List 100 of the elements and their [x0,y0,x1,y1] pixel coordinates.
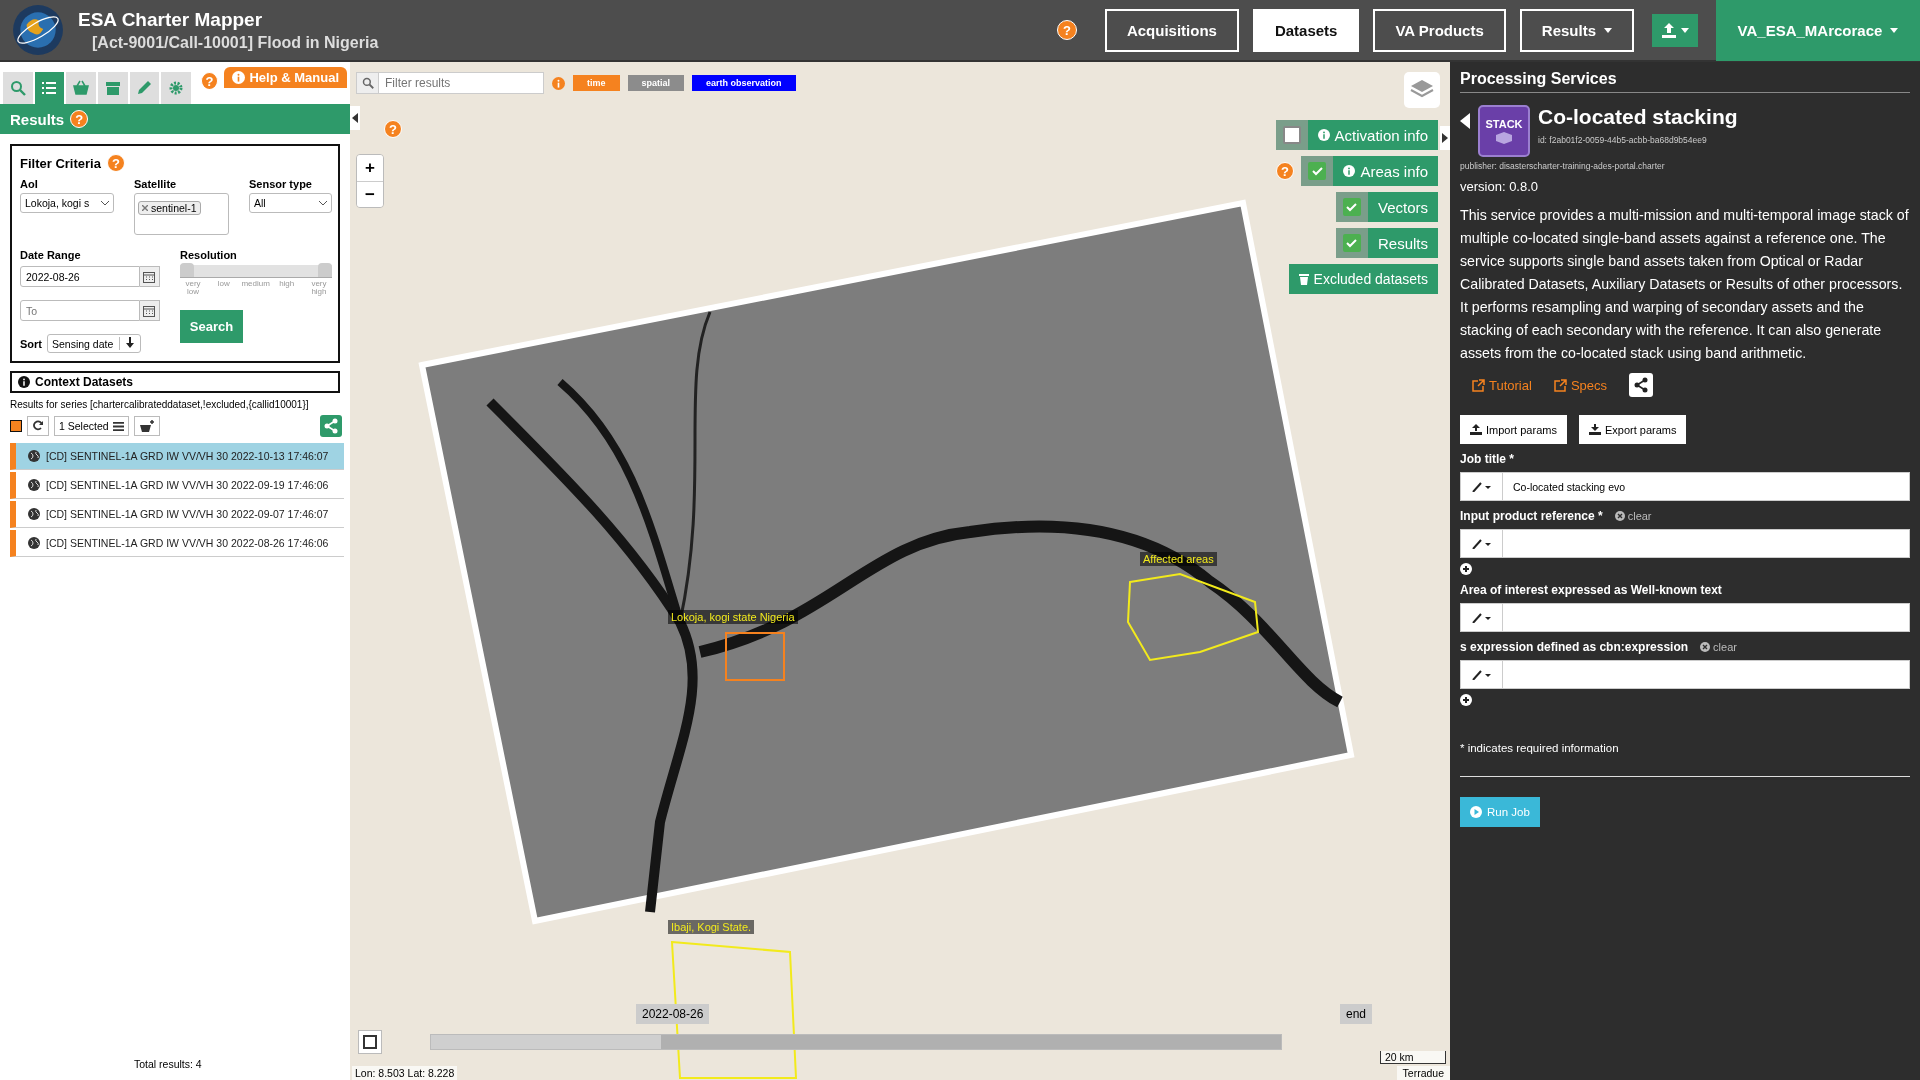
back-icon[interactable] [1460,113,1470,129]
resolution-slider[interactable] [180,265,332,277]
add-icon[interactable] [1460,563,1472,575]
satellite-tag[interactable]: sentinel-1 [138,201,201,215]
sidebar-tab[interactable] [161,72,191,104]
toggle-checkbox[interactable] [1342,234,1361,252]
clear-link[interactable]: clear [1700,641,1737,653]
satellite-select[interactable]: sentinel-1 [134,193,229,235]
external-link[interactable]: Specs [1553,377,1607,393]
sensor-type-select[interactable]: All [249,193,332,213]
zoom-out-button[interactable]: − [357,181,383,207]
fullscreen-button[interactable] [358,1030,382,1054]
sort-select[interactable]: Sensing date [47,334,142,353]
export-params-button[interactable]: Export params [1578,415,1687,444]
filter-tag[interactable]: earth observation [692,75,796,91]
layer-toggle-button[interactable]: Vectors [1367,192,1438,222]
service-icon: STACK [1478,105,1530,157]
zoom-in-button[interactable]: + [357,155,383,181]
service-description: This service provides a multi-mission and multi-temporal image stack of multiple co-located single-band assets against a reference one. The service supports single band assets taken from Optical or Radar Calibrated Datasets, Auxiliary Datasets or Results of other processors. It performs resampling and warping of secondary assets and the stacking of each secondary with the reference. It can also generate assets from the co-located stack using band arithmetic. [1460,206,1910,363]
text-field[interactable] [1503,603,1910,632]
nav-tab[interactable]: VA Products [1373,8,1506,52]
wand-menu-button[interactable] [1460,472,1503,501]
layer-toggle-button[interactable]: Activation info [1307,120,1438,150]
wand-menu-button[interactable] [1460,529,1503,558]
result-item[interactable]: [CD] SENTINEL-1A GRD IW VV/VH 30 2022-09-07 17:46:07 [10,501,344,528]
map-attribution[interactable]: Terradue [1396,1066,1450,1080]
clear-link[interactable]: clear [1614,510,1652,522]
square-icon [363,1035,377,1049]
list-icon [41,80,58,96]
trash-icon [1298,273,1309,285]
collapse-sidebar-button[interactable] [350,106,360,130]
calendar-button[interactable] [139,266,160,287]
globe-logo-icon [12,4,64,56]
user-menu[interactable]: VA_ESA_MArcorace [1716,0,1920,61]
refresh-button[interactable] [27,416,49,436]
add-icon[interactable] [1460,694,1472,706]
download-icon [1588,424,1601,435]
map-view[interactable] [350,62,1450,1080]
toggle-checkbox[interactable] [1308,162,1327,180]
slider-tick-label: very high [310,280,328,296]
excluded-datasets-button[interactable]: Excluded datasets [1288,264,1438,294]
nav-tab[interactable]: Datasets [1252,8,1360,52]
share-icon [1633,377,1649,393]
date-from-field[interactable]: 2022-08-26 [20,266,140,287]
arrow-down-icon [125,337,136,348]
layers-icon [1410,77,1434,100]
sidebar-tab[interactable] [66,72,96,104]
selection-menu-button[interactable]: 1 Selected [54,416,129,436]
area-label: Lokoja, kogi state Nigeria [668,610,798,624]
external-link[interactable]: Tutorial [1472,377,1532,393]
filter-results-field[interactable]: Filter results [378,72,544,94]
nav-tab[interactable]: Acquisitions [1104,8,1239,52]
calendar-button[interactable] [139,300,160,321]
layer-toggle-button[interactable]: Results [1367,228,1438,258]
slider-tick-label: medium [241,280,268,290]
text-field[interactable]: Co-located stacking evo [1503,472,1910,501]
layer-toggle-button[interactable]: Areas info [1333,156,1438,186]
result-item[interactable]: [CD] SENTINEL-1A GRD IW VV/VH 30 2022-08-26 17:46:06 [10,530,344,557]
sidebar-tab[interactable] [97,72,128,104]
sidebar-tab[interactable] [129,72,160,104]
context-datasets-bar[interactable]: Context Datasets [10,371,340,393]
result-item[interactable]: [CD] SENTINEL-1A GRD IW VV/VH 30 2022-09-19 17:46:06 [10,472,344,499]
select-all-checkbox[interactable] [10,420,22,432]
service-id: id: f2ab01f2-0059-44b5-acbb-ba68d9b54ee9 [1538,135,1708,145]
calendar-icon [143,270,156,283]
search-button[interactable]: Search [180,310,243,343]
wand-icon [1471,538,1492,549]
checkmark-icon [1311,166,1323,176]
toggle-checkbox[interactable] [1342,198,1361,216]
share-button[interactable] [1629,373,1653,397]
aoi-select[interactable]: Lokoja, kogi s [20,193,114,213]
wand-menu-button[interactable] [1460,603,1503,632]
timeline-slider[interactable] [660,1035,1281,1049]
import-params-button[interactable]: Import params [1460,415,1567,444]
settings-icon [167,80,184,96]
triangle-right-icon [1442,132,1448,143]
basket-add-button[interactable] [133,416,160,436]
toggle-checkbox[interactable] [1282,126,1301,144]
date-to-field[interactable]: To [20,300,140,321]
expand-panel-button[interactable] [1440,126,1450,150]
nav-tab[interactable]: Results [1519,8,1634,52]
info-icon [1317,129,1330,141]
timeline-start-label: 2022-08-26 [636,1004,710,1024]
globe-icon [28,537,40,549]
checkmark-icon [1346,202,1358,212]
text-field[interactable] [1503,529,1910,558]
result-item[interactable]: [CD] SENTINEL-1A GRD IW VV/VH 30 2022-10-13 17:46:07 [10,443,344,470]
upload-button[interactable] [1652,13,1698,47]
text-field[interactable] [1503,660,1910,689]
play-icon [1470,806,1482,818]
globe-icon [28,508,40,520]
menu-icon [112,421,124,431]
info-icon[interactable] [552,76,565,90]
field-label: s expression defined as cbn:expression [1460,640,1689,654]
globe-icon [28,450,40,462]
wand-menu-button[interactable] [1460,660,1503,689]
layers-button[interactable] [1404,72,1440,108]
sidebar-tab[interactable] [3,72,33,104]
field-label: Resolution [180,249,238,261]
sidebar-tab[interactable] [34,72,65,104]
